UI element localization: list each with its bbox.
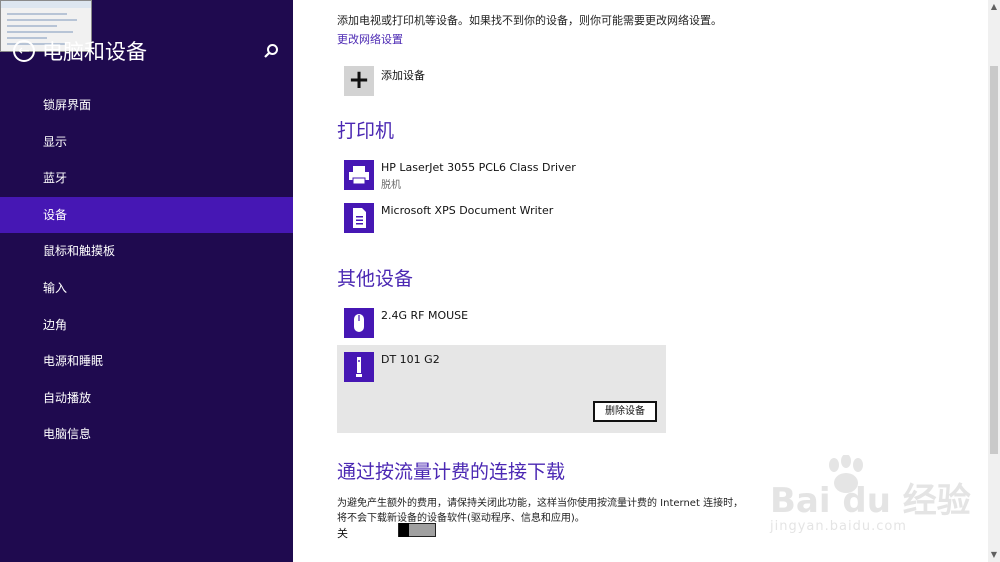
toggle-knob[interactable]: [399, 523, 409, 537]
sidebar-item-devices[interactable]: 设备: [0, 196, 293, 234]
sidebar-item-corners[interactable]: 边角: [0, 307, 293, 344]
intro-text: 添加电视或打印机等设备。如果找不到你的设备，则你可能需要更改网络设置。: [337, 14, 722, 27]
sidebar: ← 电脑和设备 锁屏界面 显示 蓝牙 设备 鼠标和触摸板 输入 边角 电源和睡眠…: [0, 0, 293, 562]
vertical-scrollbar[interactable]: ▲ ▼: [988, 0, 1000, 562]
add-device-label[interactable]: 添加设备: [381, 67, 425, 83]
scroll-thumb[interactable]: [990, 66, 998, 454]
watermark-url: jingyan.baidu.com: [770, 519, 907, 534]
other-devices-heading: 其他设备: [337, 268, 414, 290]
sidebar-nav: 锁屏界面 显示 蓝牙 设备 鼠标和触摸板 输入 边角 电源和睡眠 自动播放 电脑…: [0, 87, 293, 453]
metered-description-line1: 为避免产生额外的费用，请保持关闭此功能，这样当你使用按流量计费的 Interne…: [337, 498, 744, 509]
device-name: Microsoft XPS Document Writer: [381, 204, 554, 217]
device-item-xps-writer[interactable]: Microsoft XPS Document Writer: [337, 203, 666, 235]
device-item-rf-mouse[interactable]: 2.4G RF MOUSE: [337, 308, 666, 340]
remove-device-button[interactable]: 删除设备: [593, 401, 657, 422]
metered-download-toggle[interactable]: [398, 523, 436, 537]
scroll-up-arrow-icon[interactable]: ▲: [988, 0, 1000, 14]
back-arrow-icon[interactable]: ←: [13, 40, 35, 62]
device-item-hp-laserjet[interactable]: HP LaserJet 3055 PCL6 Class Driver 脱机: [337, 160, 666, 192]
change-network-settings-link[interactable]: 更改网络设置: [337, 31, 403, 47]
printers-heading: 打印机: [337, 120, 395, 142]
sidebar-item-bluetooth[interactable]: 蓝牙: [0, 160, 293, 197]
document-writer-icon: [344, 203, 374, 233]
sidebar-item-display[interactable]: 显示: [0, 124, 293, 161]
add-device-button[interactable]: +: [344, 66, 374, 96]
sidebar-item-pc-info[interactable]: 电脑信息: [0, 416, 293, 453]
sidebar-item-typing[interactable]: 输入: [0, 270, 293, 307]
device-item-dt101g2-selected[interactable]: DT 101 G2 删除设备: [337, 345, 666, 433]
usb-drive-icon: [344, 352, 374, 382]
mouse-icon: [344, 308, 374, 338]
metered-description-line2: 将不会下载新设备的设备软件(驱动程序、信息和应用)。: [337, 513, 585, 524]
watermark-text: Bai du 经验: [770, 481, 971, 521]
device-status: 脱机: [381, 180, 401, 191]
sidebar-item-power-sleep[interactable]: 电源和睡眠: [0, 343, 293, 380]
sidebar-item-autoplay[interactable]: 自动播放: [0, 380, 293, 417]
printer-icon: [344, 160, 374, 190]
device-name: DT 101 G2: [381, 353, 440, 366]
sidebar-item-lock-screen[interactable]: 锁屏界面: [0, 87, 293, 124]
scroll-down-arrow-icon[interactable]: ▼: [988, 548, 1000, 562]
toggle-state-label: 关: [337, 527, 348, 540]
device-name: HP LaserJet 3055 PCL6 Class Driver: [381, 161, 576, 174]
sidebar-item-mouse-touchpad[interactable]: 鼠标和触摸板: [0, 233, 293, 270]
page-title: 电脑和设备: [42, 40, 147, 64]
search-icon[interactable]: [262, 42, 280, 60]
device-name: 2.4G RF MOUSE: [381, 309, 469, 322]
baidu-watermark: Bai du 经验 jingyan.baidu.com: [770, 455, 975, 545]
metered-download-heading: 通过按流量计费的连接下载: [337, 461, 566, 483]
